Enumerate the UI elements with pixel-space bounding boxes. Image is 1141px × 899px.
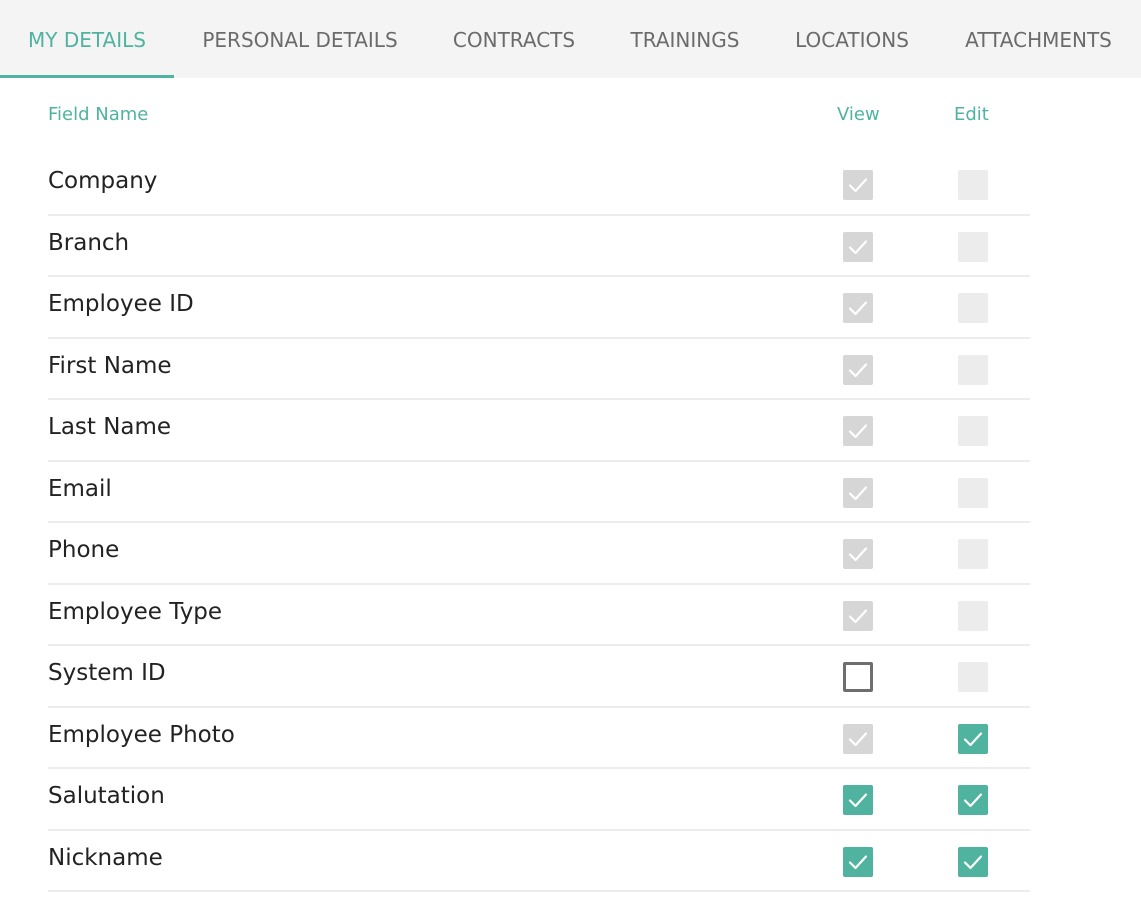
- table-row: Company: [48, 154, 1030, 216]
- table-row: First Name: [48, 339, 1030, 400]
- table-row: Employee Photo: [48, 708, 1030, 769]
- view-checkbox: [843, 477, 873, 508]
- field-label: Branch: [48, 229, 130, 256]
- checkmark-icon: [848, 854, 868, 869]
- tab-locations[interactable]: LOCATIONS: [768, 0, 936, 78]
- edit-checkbox[interactable]: [958, 723, 988, 754]
- checkmark-icon: [848, 301, 868, 316]
- checkmark-icon: [848, 424, 868, 439]
- permissions-table-header: Field Name View Edit: [0, 104, 1141, 130]
- table-row: System ID: [48, 646, 1030, 708]
- table-row: Email: [48, 462, 1030, 523]
- edit-checkbox: [958, 416, 988, 446]
- tab-trainings[interactable]: TRAININGS: [602, 0, 768, 78]
- checkmark-icon: [848, 485, 868, 500]
- table-row: Branch: [48, 216, 1030, 277]
- view-checkbox: [843, 354, 873, 385]
- edit-checkbox: [958, 170, 988, 200]
- tab-my-details[interactable]: MY DETAILS: [0, 0, 174, 78]
- permissions-table-body: Company Branch Employee ID First Name Last N…: [48, 154, 1030, 892]
- edit-checkbox: [958, 600, 988, 631]
- view-checkbox: [843, 416, 873, 446]
- edit-checkbox: [958, 539, 988, 569]
- view-checkbox: [843, 539, 873, 569]
- table-row: Employee ID: [48, 277, 1030, 339]
- tab-bar: MY DETAILS PERSONAL DETAILS CONTRACTS TR…: [0, 0, 1141, 78]
- field-name-column-header: Field Name: [48, 104, 149, 125]
- checkmark-icon: [848, 608, 868, 623]
- view-checkbox[interactable]: [843, 662, 873, 692]
- checkmark-icon: [848, 178, 868, 193]
- field-label: Company: [48, 168, 158, 194]
- checkmark-icon: [848, 731, 868, 746]
- table-row: Salutation: [48, 769, 1030, 831]
- field-label: Nickname: [48, 844, 163, 871]
- table-row: Last Name: [48, 400, 1030, 462]
- edit-checkbox: [958, 477, 988, 508]
- table-row: Nickname: [48, 831, 1030, 892]
- view-checkbox: [843, 293, 873, 323]
- tab-personal-details[interactable]: PERSONAL DETAILS: [174, 0, 426, 78]
- view-column-header: View: [837, 104, 880, 125]
- field-label: Employee Type: [48, 598, 223, 625]
- field-label: First Name: [48, 352, 172, 379]
- field-label: Phone: [48, 537, 120, 563]
- field-label: Email: [48, 475, 112, 502]
- tab-contracts[interactable]: CONTRACTS: [426, 0, 602, 78]
- edit-checkbox: [958, 662, 988, 692]
- field-label: Employee Photo: [48, 721, 235, 748]
- view-checkbox: [843, 231, 873, 262]
- checkmark-icon: [848, 362, 868, 377]
- checkmark-icon: [848, 793, 868, 808]
- checkmark-icon: [963, 854, 983, 869]
- checkmark-icon: [963, 731, 983, 746]
- tab-attachments[interactable]: ATTACHMENTS: [936, 0, 1141, 78]
- edit-checkbox: [958, 293, 988, 323]
- view-checkbox: [843, 170, 873, 200]
- edit-checkbox[interactable]: [958, 846, 988, 877]
- checkmark-icon: [848, 239, 868, 254]
- checkmark-icon: [963, 793, 983, 808]
- field-label: Last Name: [48, 414, 172, 440]
- table-row: Employee Type: [48, 585, 1030, 646]
- edit-checkbox: [958, 231, 988, 262]
- view-checkbox[interactable]: [843, 846, 873, 877]
- view-checkbox: [843, 723, 873, 754]
- table-row: Phone: [48, 523, 1030, 585]
- edit-column-header: Edit: [954, 104, 989, 125]
- edit-checkbox: [958, 354, 988, 385]
- edit-checkbox[interactable]: [958, 785, 988, 815]
- field-label: Salutation: [48, 783, 165, 809]
- checkmark-icon: [848, 547, 868, 562]
- field-label: Employee ID: [48, 291, 194, 317]
- view-checkbox: [843, 600, 873, 631]
- view-checkbox[interactable]: [843, 785, 873, 815]
- field-label: System ID: [48, 660, 166, 686]
